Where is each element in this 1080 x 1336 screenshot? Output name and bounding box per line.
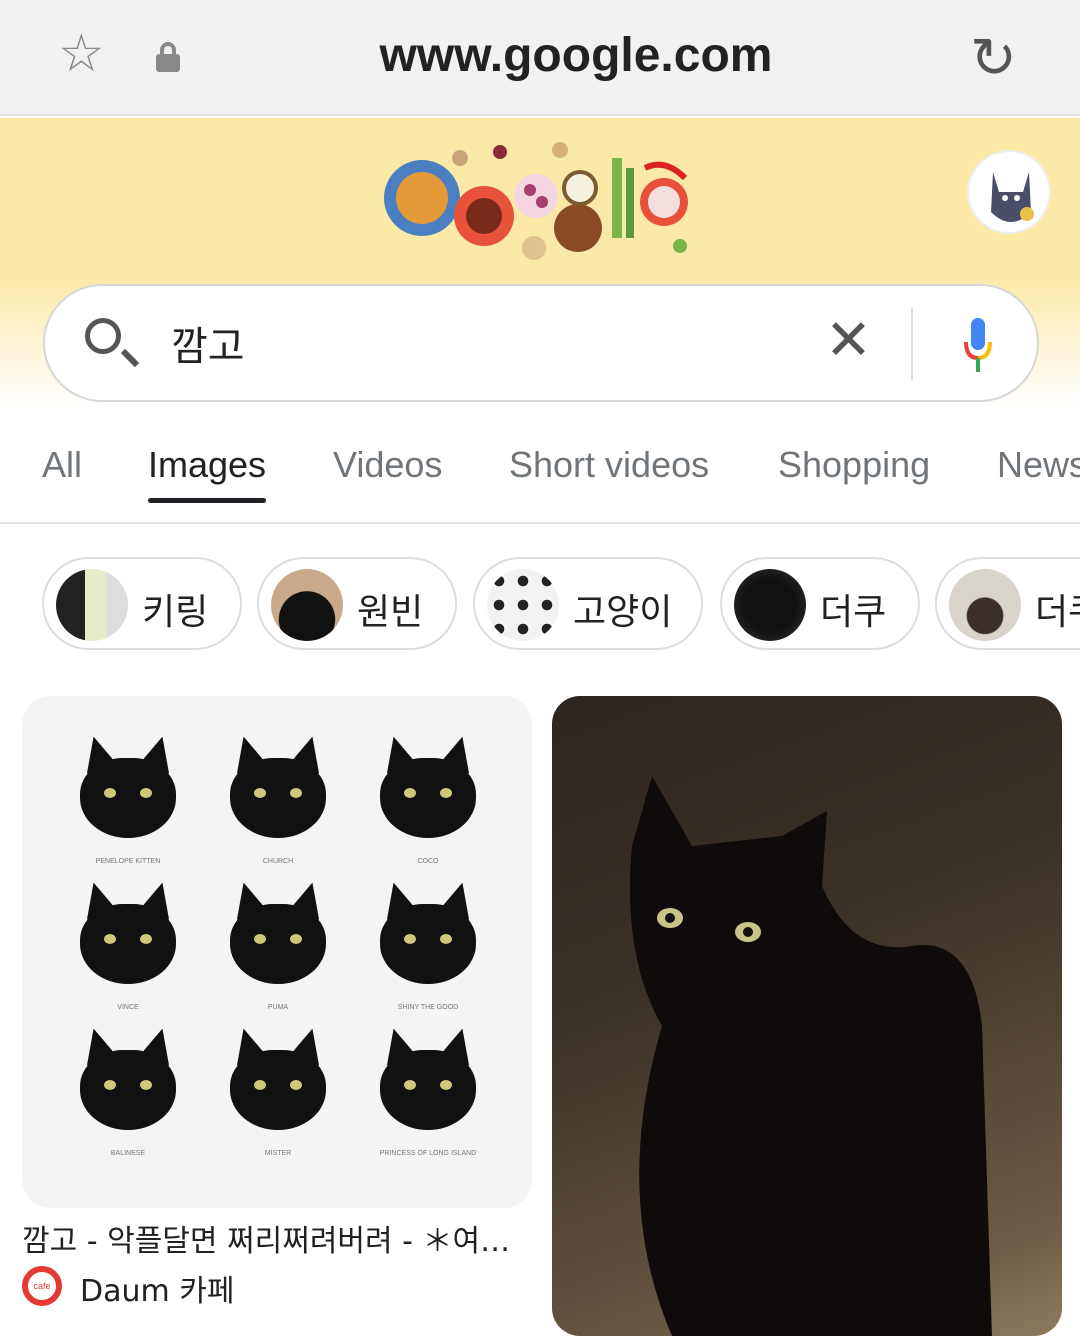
cat-face (230, 904, 326, 984)
cat-caption: COCO (417, 858, 439, 865)
chip-wonbin[interactable]: 원빈 (257, 557, 457, 650)
chip-label: 더쿠 (820, 592, 887, 633)
search-icon[interactable] (85, 318, 121, 354)
cat-face (80, 758, 176, 838)
chip-thumbnail (487, 569, 559, 641)
tab-videos[interactable]: Videos (333, 444, 442, 486)
account-avatar[interactable] (967, 150, 1051, 234)
chip-theqoo[interactable]: 더쿠 (720, 557, 920, 650)
chip-label: 원빈 (357, 592, 424, 633)
cat-face (80, 1050, 176, 1130)
clear-icon[interactable]: ✕ (825, 312, 872, 368)
cat-caption: BALINESE (110, 1150, 146, 1157)
search-tabs: All Images Videos Short videos Shopping … (0, 430, 1080, 524)
chip-thumbnail (949, 569, 1021, 641)
image-result-black-cat-photo[interactable] (552, 696, 1062, 1336)
chip-thumbnail (56, 569, 128, 641)
cat-caption: MISTER (264, 1150, 292, 1157)
cat-caption: PRINCESS OF LONG ISLAND (379, 1150, 477, 1157)
result-source[interactable]: Daum 카페 (80, 1266, 234, 1310)
search-bar: ✕ (43, 284, 1039, 402)
chip-label: 고양이 (573, 592, 673, 633)
related-chips: 키링 원빈 고양이 더쿠 더쿠 (0, 557, 1080, 651)
chip-label: 더쿠 (1035, 592, 1080, 633)
black-cat-image (630, 776, 992, 1336)
tab-all[interactable]: All (42, 444, 82, 486)
google-doodle-logo[interactable] (380, 138, 700, 268)
cat-caption: PENELOPE KITTEN (95, 858, 161, 865)
cat-face (230, 758, 326, 838)
browser-toolbar: ☆ www.google.com ↻ (0, 0, 1080, 116)
cat-face (80, 904, 176, 984)
tab-shopping[interactable]: Shopping (778, 444, 930, 486)
tab-images[interactable]: Images (148, 444, 267, 503)
cat-caption: VINCE (117, 1004, 139, 1011)
divider (911, 308, 913, 380)
chip-cat[interactable]: 고양이 (473, 557, 703, 650)
cat-face (380, 1050, 476, 1130)
chip-label: 키링 (142, 592, 209, 633)
microphone-icon[interactable] (963, 316, 993, 376)
cat-face (230, 1050, 326, 1130)
chip-thumbnail (734, 569, 806, 641)
reload-icon[interactable]: ↻ (970, 30, 1017, 86)
tab-short-videos[interactable]: Short videos (509, 444, 709, 486)
url-text[interactable]: www.google.com (0, 28, 1080, 83)
chip-thumbnail (271, 569, 343, 641)
cat-caption: PUMA (267, 1004, 289, 1011)
cat-face (380, 904, 476, 984)
cat-face (380, 758, 476, 838)
cat-caption: CHURCH (262, 858, 294, 865)
result-title[interactable]: 깜고 - 악플달면 쩌리쩌려버려 - ＊여성시대＊ 차분한 20대들의 알흠다운… (22, 1216, 532, 1260)
cat-caption: SHINY THE GOOD (397, 1004, 459, 1011)
search-input[interactable] (171, 308, 771, 378)
chip-keyring[interactable]: 키링 (42, 557, 242, 650)
tab-news[interactable]: News (997, 444, 1080, 486)
image-result-cat-grid[interactable]: PENELOPE KITTEN CHURCH COCO VINCE PUMA SHINY … (22, 696, 532, 1208)
daum-cafe-icon: cafe (22, 1266, 62, 1306)
chip-theqoo-2[interactable]: 더쿠 (935, 557, 1080, 650)
